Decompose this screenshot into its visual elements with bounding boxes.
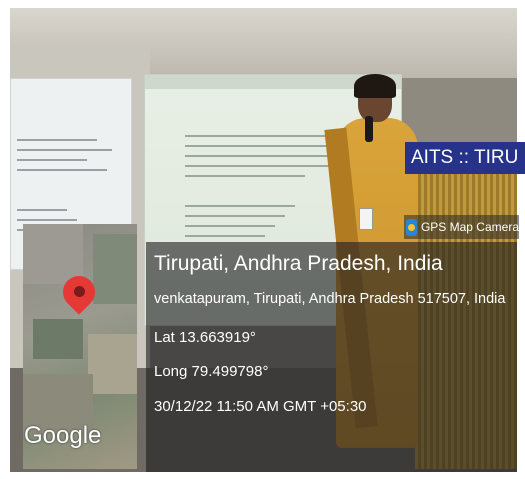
location-address: venkatapuram, Tirupati, Andhra Pradesh 5… [154,291,506,307]
id-card [359,208,373,230]
pin-center-dot [74,286,85,297]
gps-badge-label: GPS Map Camera [420,220,519,234]
latitude-text: Lat 13.663919° [154,329,256,346]
timestamp-text: 30/12/22 11:50 AM GMT +05:30 [154,398,367,415]
gps-map-camera-badge: GPS Map Camera [404,215,519,239]
map-provider-logo: Google [24,422,102,449]
gps-map-camera-icon [406,218,417,236]
speaker-hair [354,74,396,98]
banner-title: AITS :: TIRU [405,142,525,174]
longitude-text: Long 79.499798° [154,363,269,380]
map-thumbnail: Google [23,224,137,469]
location-info-panel: Tirupati, Andhra Pradesh, India venkatap… [146,242,517,472]
location-title: Tirupati, Andhra Pradesh, India [154,252,443,275]
microphone [365,116,373,142]
